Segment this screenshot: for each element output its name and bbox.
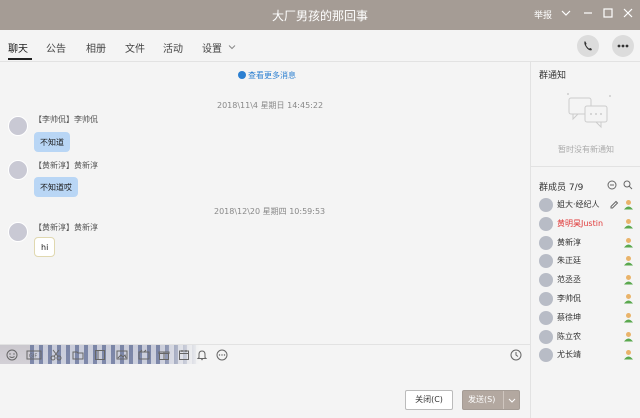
send-button[interactable]: 发送(S) [462, 390, 520, 410]
message-bubble[interactable]: 不知道哎 [34, 177, 78, 197]
avatar[interactable] [539, 292, 553, 306]
tab-announcement[interactable]: 公告 [46, 40, 66, 55]
close-button[interactable]: 关闭(C) [405, 390, 453, 410]
member-name: 姐大·经纪人 [557, 200, 600, 209]
tab-bar: 聊天 公告 相册 文件 活动 设置 [0, 30, 640, 62]
tab-files[interactable]: 文件 [125, 40, 145, 55]
avatar[interactable] [539, 273, 553, 288]
group-sidebar: 群通知 暂时没有新通知 群成员 7/9 姐大·经纪人 黄明昊Justin 黄新淳朱正… [530, 62, 640, 418]
member-status-icon [624, 312, 633, 323]
members-title: 群成员 7/9 [539, 183, 584, 193]
avatar[interactable] [539, 348, 553, 363]
member-row[interactable]: 李帅侃 [539, 290, 635, 308]
minimize-icon[interactable] [582, 7, 594, 19]
member-status-icon [624, 331, 633, 342]
member-row[interactable]: 黄明昊Justin [539, 215, 635, 233]
no-notice-text: 暂时没有新通知 [558, 145, 614, 154]
message-sender: 【李帅侃】李帅侃 [34, 115, 98, 124]
member-row[interactable]: 黄新淳 [539, 234, 635, 252]
tab-settings[interactable]: 设置 [202, 40, 222, 55]
chevron-down-icon [508, 398, 516, 403]
member-status-icon [624, 350, 633, 360]
composer-toolbar: GIF [0, 344, 530, 364]
folder-icon[interactable] [72, 349, 84, 361]
member-name: 陈立农 [557, 331, 581, 341]
send-label: 发送(S) [468, 395, 496, 404]
member-status-icon [624, 200, 633, 210]
chevron-down-icon[interactable] [228, 43, 236, 51]
history-clock-icon[interactable] [510, 349, 522, 361]
member-name: 范丞丞 [557, 275, 581, 285]
search-icon[interactable] [623, 180, 633, 190]
maximize-icon[interactable] [602, 7, 614, 19]
member-row[interactable]: 范丞丞 [539, 271, 635, 289]
avatar[interactable] [8, 222, 28, 242]
message-bubble[interactable]: 不知道 [34, 132, 70, 152]
avatar[interactable] [539, 216, 553, 231]
title-bar: 大厂男孩的那回事 举报 [0, 0, 640, 30]
member-status-icon [624, 294, 633, 304]
scissors-icon[interactable] [50, 349, 62, 361]
message-sender: 【黄新淳】黄新淳 [34, 161, 98, 170]
message-sender: 【黄新淳】黄新淳 [34, 223, 98, 232]
more-dots-icon [617, 44, 629, 48]
message-timestamp: 2018\12\20 星期四 10:59:53 [214, 207, 326, 216]
tab-chat[interactable]: 聊天 [8, 40, 28, 55]
tab-album[interactable]: 相册 [86, 40, 106, 55]
member-row[interactable]: 朱正廷 [539, 252, 635, 270]
phone-icon [584, 41, 592, 51]
avatar[interactable] [8, 160, 28, 180]
member-status-icon [624, 218, 633, 229]
member-row[interactable]: 陈立农 [539, 328, 635, 346]
avatar[interactable] [539, 235, 553, 250]
avatar[interactable] [539, 329, 553, 344]
member-status-icon [624, 275, 633, 285]
member-row[interactable]: 蔡徐坤 [539, 309, 635, 327]
member-name: 朱正廷 [557, 256, 581, 266]
emoji-icon[interactable] [6, 349, 18, 361]
invite-icon[interactable] [607, 180, 617, 190]
bell-icon[interactable] [196, 349, 208, 361]
send-options-dropdown[interactable] [503, 391, 519, 409]
member-row[interactable]: 姐大·经纪人 [539, 196, 635, 214]
qq-group-chat-window: 大厂男孩的那回事 举报 聊天 公告 相册 文件 活动 设置 查看更多消息 201… [0, 0, 640, 418]
member-status-icon [624, 237, 633, 248]
more-options-button[interactable] [612, 35, 634, 57]
screenshot-icon[interactable] [94, 349, 106, 361]
avatar[interactable] [539, 310, 553, 325]
view-more-messages-label: 查看更多消息 [248, 71, 296, 80]
chat-message-area[interactable]: 查看更多消息 2018\11\4 星期日 14:45:22 2018\12\20… [0, 62, 530, 344]
tab-activity[interactable]: 活动 [163, 40, 183, 55]
close-icon[interactable] [622, 7, 634, 19]
report-button[interactable]: 举报 [534, 8, 552, 21]
chevron-down-icon[interactable] [560, 7, 572, 19]
member-name: 李帅侃 [557, 294, 581, 303]
svg-text:GIF: GIF [29, 354, 37, 360]
member-row[interactable]: 尤长靖 [539, 346, 635, 364]
member-status-icon [624, 256, 633, 266]
phone-call-button[interactable] [577, 35, 599, 57]
calendar-icon[interactable] [178, 349, 190, 361]
message-timestamp: 2018\11\4 星期日 14:45:22 [217, 101, 324, 110]
gif-icon[interactable]: GIF [26, 349, 42, 361]
edit-pencil-icon[interactable] [609, 200, 619, 210]
active-tab-indicator [8, 58, 32, 60]
avatar[interactable] [8, 116, 28, 136]
more-icon[interactable] [216, 349, 228, 361]
message-bubble[interactable]: hi [34, 237, 56, 257]
member-name: 黄明昊Justin [557, 218, 604, 228]
avatar[interactable] [539, 254, 553, 269]
member-name: 黄新淳 [557, 237, 581, 247]
member-name: 尤长靖 [557, 350, 581, 360]
group-notice-title: 群通知 [539, 71, 567, 81]
image-icon[interactable] [116, 349, 128, 361]
member-name: 蔡徐坤 [557, 312, 581, 322]
chat-bubbles-empty-icon [567, 93, 611, 129]
video-icon[interactable] [138, 349, 150, 361]
clock-icon [238, 71, 246, 79]
avatar[interactable] [539, 198, 553, 212]
view-more-messages-link[interactable]: 查看更多消息 [238, 70, 296, 81]
gift-icon[interactable] [158, 349, 170, 361]
